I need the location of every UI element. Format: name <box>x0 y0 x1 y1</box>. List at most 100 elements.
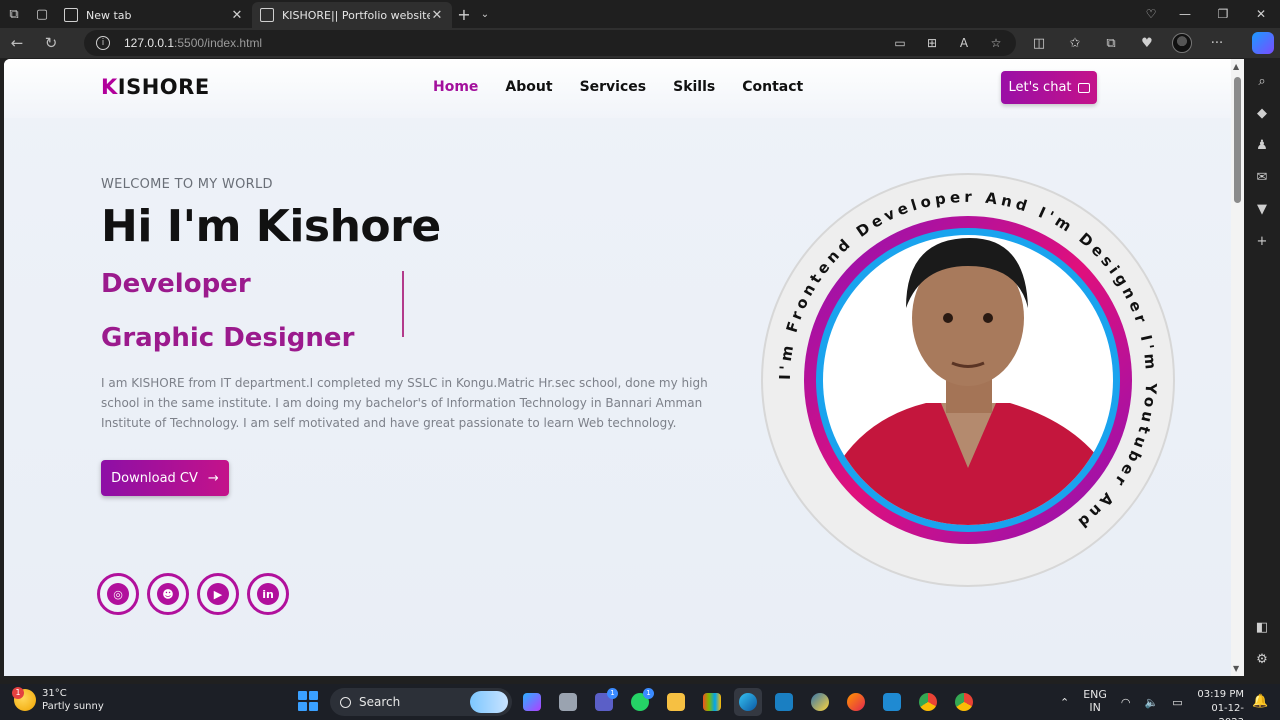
instagram-link[interactable]: ◎ <box>97 573 139 615</box>
drop-icon[interactable]: ▼ <box>1252 200 1272 220</box>
portfolio-page: KISHORE Home About Services Skills Conta… <box>4 59 1231 676</box>
hero-title: Hi I'm Kishore <box>101 201 441 252</box>
edge-app-icon[interactable] <box>734 688 762 716</box>
mysql-app-icon[interactable] <box>770 688 798 716</box>
typing-cursor <box>402 271 404 337</box>
favorite-star-icon[interactable]: ☆ <box>988 36 1004 50</box>
close-tab-icon[interactable]: ✕ <box>230 8 244 23</box>
welcome-text: WELCOME TO MY WORLD <box>101 177 273 192</box>
weather-temp: 31°C <box>42 688 67 699</box>
restore-button[interactable]: ❐ <box>1204 7 1242 21</box>
battery-icon[interactable]: ▭ <box>1172 696 1182 709</box>
chrome-app-icon[interactable] <box>914 688 942 716</box>
search-highlight-icon <box>470 691 508 713</box>
taskbar-search[interactable]: Search <box>330 688 512 716</box>
clock-date: 01-12-2023 <box>1211 703 1244 720</box>
browser-essentials-icon[interactable]: ♥ <box>1136 36 1158 51</box>
tab-portfolio[interactable]: KISHORE|| Portfolio website ✕ <box>252 2 452 28</box>
system-tray: ⌃ ENG IN ◠ 🔈 ▭ <box>1060 684 1183 720</box>
copilot-icon[interactable] <box>1252 32 1274 54</box>
arrow-right-icon: → <box>207 470 219 486</box>
nav-about[interactable]: About <box>505 79 552 95</box>
refresh-icon[interactable]: ↻ <box>34 34 68 52</box>
linkedin-icon: in <box>257 583 279 605</box>
site-info-icon[interactable]: i <box>96 36 110 50</box>
extensions-grid-icon[interactable]: ⊞ <box>924 36 940 50</box>
address-bar-actions: ▭ ⊞ A ☆ <box>892 30 1004 56</box>
file-explorer-app-icon[interactable] <box>662 688 690 716</box>
nav-contact[interactable]: Contact <box>742 79 803 95</box>
edge-sidebar: ⌕ ◆ ♟ ✉ ▼ + ◧ ⚙ <box>1244 58 1280 684</box>
wifi-icon[interactable]: ◠ <box>1121 696 1131 709</box>
tab-actions-icon[interactable]: ▢ <box>28 0 56 28</box>
search-icon[interactable]: ⌕ <box>1252 72 1272 92</box>
profile-avatar[interactable] <box>1172 33 1192 53</box>
lets-chat-button[interactable]: Let's chat <box>1001 71 1097 104</box>
scroll-up-icon[interactable]: ▲ <box>1233 62 1239 71</box>
linkedin-link[interactable]: in <box>247 573 289 615</box>
microsoft-store-app-icon[interactable] <box>698 688 726 716</box>
add-sidebar-app-icon[interactable]: + <box>1252 232 1272 252</box>
chat-bubble-icon <box>1077 82 1090 93</box>
app-available-icon[interactable]: ▭ <box>892 36 908 50</box>
minimize-button[interactable]: — <box>1166 7 1204 21</box>
file-viewer-app-icon[interactable] <box>554 688 582 716</box>
browser-toolbar: ← ↻ i 127.0.0.1:5500/index.html ▭ ⊞ A ☆ … <box>0 28 1280 58</box>
role-developer: Developer <box>101 269 251 299</box>
hide-sidebar-icon[interactable]: ◧ <box>1252 618 1272 638</box>
chrome-profile-app-icon[interactable] <box>950 688 978 716</box>
new-tab-favicon-icon <box>64 8 78 22</box>
tools-icon[interactable]: ♟ <box>1252 136 1272 156</box>
close-window-button[interactable]: ✕ <box>1242 7 1280 21</box>
weather-widget[interactable]: 1 31°C Partly sunny <box>12 687 104 713</box>
tab-new-tab[interactable]: New tab ✕ <box>56 2 252 28</box>
search-icon <box>340 696 351 708</box>
tab-strip: ⧉ ▢ New tab ✕ KISHORE|| Portfolio websit… <box>0 0 1280 28</box>
youtube-link[interactable]: ▶ <box>197 573 239 615</box>
vscode-app-icon[interactable] <box>878 688 906 716</box>
site-header: KISHORE Home About Services Skills Conta… <box>4 59 1231 118</box>
address-bar[interactable]: i 127.0.0.1:5500/index.html ▭ ⊞ A ☆ <box>84 30 1016 56</box>
whatsapp-app-icon[interactable]: 1 <box>626 688 654 716</box>
scroll-thumb[interactable] <box>1234 77 1241 203</box>
outlook-icon[interactable]: ✉ <box>1252 168 1272 188</box>
nav-services[interactable]: Services <box>580 79 647 95</box>
favorites-icon[interactable]: ✩ <box>1064 36 1086 51</box>
workspaces-icon[interactable]: ⧉ <box>0 0 28 28</box>
scroll-down-icon[interactable]: ▼ <box>1233 664 1239 673</box>
chevron-up-icon[interactable]: ⌃ <box>1060 696 1069 709</box>
windows-taskbar: 1 31°C Partly sunny Search 1 1 ⌃ ENG IN ◠… <box>0 684 1280 720</box>
split-screen-icon[interactable]: ◫ <box>1028 36 1050 51</box>
role-graphic-designer: Graphic Designer <box>101 323 355 353</box>
nav-skills[interactable]: Skills <box>673 79 715 95</box>
weather-badge: 1 <box>12 687 24 699</box>
instagram-icon: ◎ <box>107 583 129 605</box>
windows-start-icon[interactable] <box>298 691 318 711</box>
url-text[interactable]: 127.0.0.1:5500/index.html <box>124 36 262 50</box>
read-aloud-icon[interactable]: A <box>956 36 972 50</box>
download-cv-button[interactable]: Download CV → <box>101 460 229 496</box>
taskbar-clock[interactable]: 03:19 PM 01-12-2023 <box>1188 688 1244 720</box>
page-scrollbar[interactable]: ▲ ▼ <box>1231 59 1244 676</box>
lets-chat-label: Let's chat <box>1008 80 1072 95</box>
more-menu-icon[interactable]: ··· <box>1206 36 1228 51</box>
python-app-icon[interactable] <box>806 688 834 716</box>
back-arrow-icon[interactable]: ← <box>0 34 34 52</box>
teams-app-icon[interactable]: 1 <box>590 688 618 716</box>
settings-gear-icon[interactable]: ⚙ <box>1252 650 1272 670</box>
firefox-app-icon[interactable] <box>842 688 870 716</box>
github-link[interactable]: ☻ <box>147 573 189 615</box>
nav-home[interactable]: Home <box>433 79 478 95</box>
copilot-app-icon[interactable] <box>518 688 546 716</box>
speaker-muted-icon[interactable]: 🔈 <box>1145 696 1159 709</box>
close-tab-icon[interactable]: ✕ <box>430 8 444 23</box>
language-indicator[interactable]: ENG IN <box>1083 689 1107 715</box>
site-logo[interactable]: KISHORE <box>101 75 210 99</box>
heart-icon[interactable]: ♡ <box>1136 7 1166 21</box>
collections-icon[interactable]: ⧉ <box>1100 36 1122 51</box>
window-controls: ♡ — ❐ ✕ <box>1136 0 1280 28</box>
chevron-down-icon[interactable]: ⌄ <box>476 9 494 20</box>
new-tab-plus-icon[interactable]: + <box>452 5 476 24</box>
notification-bell-icon[interactable]: 🔔 <box>1252 694 1268 709</box>
shopping-tag-icon[interactable]: ◆ <box>1252 104 1272 124</box>
